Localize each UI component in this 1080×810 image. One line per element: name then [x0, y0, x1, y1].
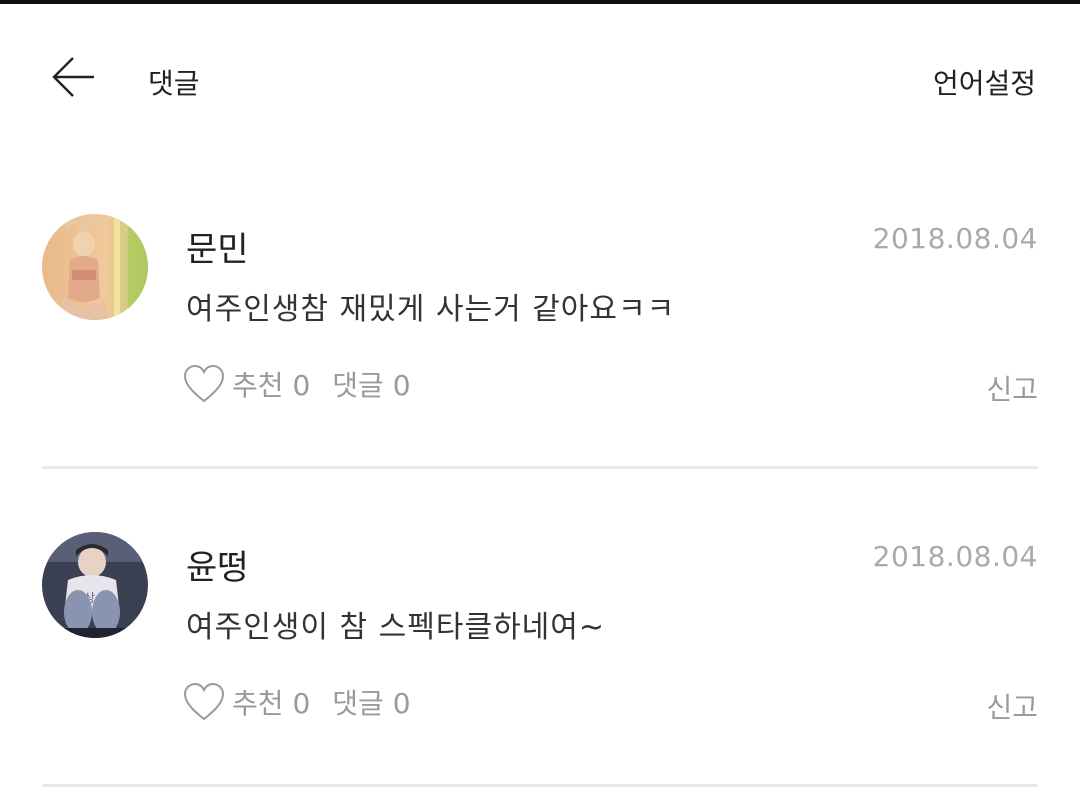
back-button[interactable]	[48, 54, 98, 100]
reply-count-value: 0	[392, 687, 411, 720]
reply-count[interactable]: 댓글 0	[332, 364, 410, 404]
page-title: 댓글	[148, 67, 200, 100]
avatar[interactable]: 상	[42, 532, 148, 638]
divider	[42, 784, 1038, 787]
comment-item: 상 윤떵 2018.08.04 여주인생이 참 스펙타클하네여~ 추천 0 댓글…	[42, 532, 1038, 792]
comment-text: 여주인생참 재밌게 사는거 같아요ㅋㅋ	[186, 292, 676, 327]
comment-item: 문민 2018.08.04 여주인생참 재밌게 사는거 같아요ㅋㅋ 추천 0 댓…	[42, 214, 1038, 474]
comment-actions: 추천 0 댓글 0	[182, 680, 411, 724]
like-button[interactable]	[182, 682, 226, 722]
like-label: 추천	[232, 687, 284, 720]
reply-count-value: 0	[392, 369, 411, 402]
like-count[interactable]: 추천 0	[232, 682, 310, 722]
comment-date: 2018.08.04	[872, 540, 1038, 573]
divider	[42, 466, 1038, 469]
comment-date: 2018.08.04	[872, 222, 1038, 255]
report-button[interactable]: 신고	[986, 686, 1038, 726]
avatar[interactable]	[42, 214, 148, 320]
reply-count[interactable]: 댓글 0	[332, 682, 410, 722]
like-button[interactable]	[182, 364, 226, 404]
report-button[interactable]: 신고	[986, 368, 1038, 408]
comment-author[interactable]: 문민	[186, 222, 249, 271]
language-settings-button[interactable]: 언어설정	[933, 62, 1036, 102]
header: 댓글 언어설정	[0, 4, 1080, 144]
like-count-value: 0	[292, 687, 311, 720]
comment-author[interactable]: 윤떵	[186, 540, 249, 589]
reply-label: 댓글	[332, 687, 384, 720]
heart-outline-icon	[183, 364, 225, 403]
like-label: 추천	[232, 369, 284, 402]
arrow-left-icon	[52, 57, 94, 97]
comment-actions: 추천 0 댓글 0	[182, 362, 411, 406]
comment-text: 여주인생이 참 스펙타클하네여~	[186, 610, 606, 645]
like-count-value: 0	[292, 369, 311, 402]
like-count[interactable]: 추천 0	[232, 364, 310, 404]
reply-label: 댓글	[332, 369, 384, 402]
heart-outline-icon	[183, 682, 225, 721]
